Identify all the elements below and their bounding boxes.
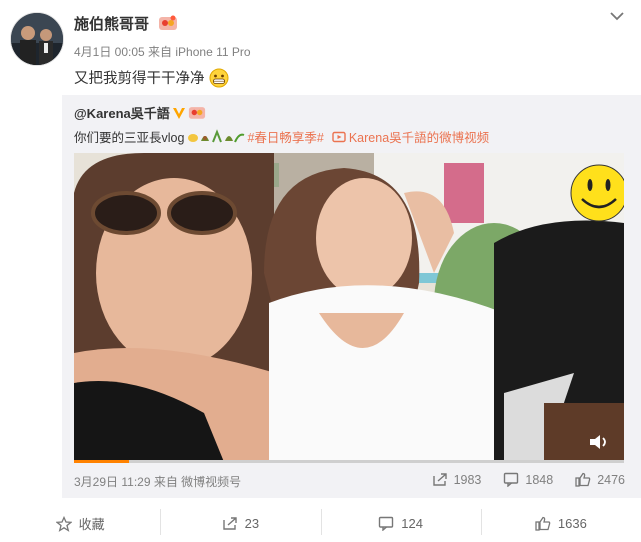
verified-v-icon [172,107,185,119]
author-avatar[interactable] [10,12,64,66]
repost-comment-count[interactable]: 1848 [503,472,553,487]
grin-emoji-icon [209,68,228,87]
comment-icon [379,516,394,531]
volume-icon[interactable] [588,432,610,452]
fan-badge-icon [188,107,205,119]
repost-user[interactable]: @Karena吳千語 [74,103,206,122]
favorite-button[interactable]: 收藏 [0,505,160,542]
thumbs-up-icon [575,472,591,487]
video-link[interactable]: Karena吳千語的微博视频 [349,127,489,146]
fan-badge-icon [159,15,177,30]
post-text: 又把我剪得干干净净 [74,67,229,88]
repost-meta: 3月29日 11:29 来自 微博视频号 [74,475,242,489]
topic-link[interactable]: #春日畅享季# [247,127,323,146]
video-link-icon [332,131,346,142]
author-name[interactable]: 施伯熊哥哥 [74,13,149,34]
video-player[interactable] [74,153,624,462]
video-progress-fill [74,460,129,463]
video-progress-bar[interactable] [74,460,624,463]
post-meta: 4月1日 00:05 来自 iPhone 11 Pro [74,45,251,59]
comment-icon [504,472,519,487]
share-icon [432,473,447,486]
like-button[interactable]: 1636 [480,505,641,542]
action-bar: 收藏 23 124 1636 [0,505,641,542]
thumbs-up-icon [535,516,551,531]
comment-button[interactable]: 124 [320,505,481,542]
share-icon [222,517,237,530]
repost-like-count[interactable]: 2476 [575,472,625,487]
emoji-sequence-icon [188,129,245,143]
repost-text: 你们要的三亚長vlog #春日畅享季# Karena吳千語的微博视频 [74,127,489,146]
repost-stats: 1983 1848 2476 [432,472,625,487]
star-icon [55,515,72,532]
chevron-down-icon[interactable] [607,8,627,24]
repost-repost-count[interactable]: 1983 [432,472,481,487]
repost-button[interactable]: 23 [160,505,320,542]
